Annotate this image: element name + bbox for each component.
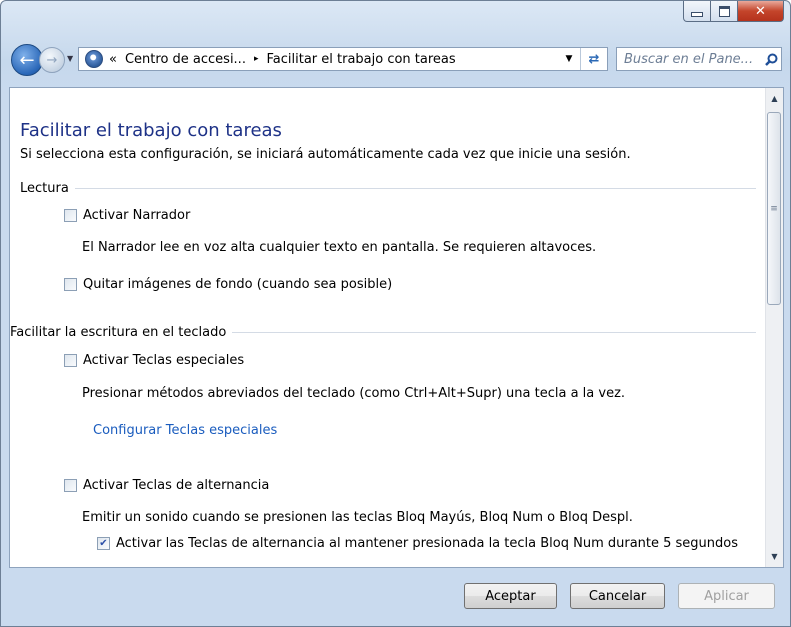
navigation-bar: ← → ▼ « Centro de accesi... ▸ Facilitar … — [1, 44, 790, 76]
scroll-up-icon: ▲ — [771, 94, 778, 103]
checkbox-label[interactable]: Quitar imágenes de fondo (cuando sea pos… — [83, 277, 392, 292]
forward-arrow-icon: → — [46, 52, 58, 68]
address-overflow[interactable]: « — [109, 52, 117, 67]
minimize-icon — [691, 11, 703, 17]
checkmark-icon: ✔ — [99, 537, 108, 549]
cancel-button[interactable]: Cancelar — [570, 583, 665, 609]
remove-background-checkbox[interactable]: Quitar imágenes de fondo (cuando sea pos… — [64, 277, 392, 292]
search-icon[interactable] — [761, 53, 781, 66]
checkbox-box[interactable] — [64, 278, 77, 291]
page-subtitle: Si selecciona esta configuración, se ini… — [20, 147, 631, 162]
section-heading-reading: Lectura — [20, 181, 756, 196]
address-dropdown-icon[interactable]: ▼ — [558, 54, 580, 64]
scroll-down-button[interactable]: ▼ — [766, 548, 783, 565]
grip-icon: ≡ — [770, 203, 778, 214]
toggle-keys-description: Emitir un sonido cuando se presionen las… — [82, 510, 633, 525]
ok-button[interactable]: Aceptar — [464, 583, 557, 609]
scrollbar-thumb[interactable]: ≡ — [767, 112, 781, 305]
back-arrow-icon: ← — [19, 49, 35, 71]
checkbox-label[interactable]: Activar Teclas especiales — [83, 353, 244, 368]
scroll-up-button[interactable]: ▲ — [766, 90, 783, 107]
sticky-keys-checkbox[interactable]: Activar Teclas especiales — [64, 353, 244, 368]
section-heading-label: Facilitar la escritura en el teclado — [10, 325, 227, 340]
refresh-button[interactable]: ⇄ — [580, 48, 607, 70]
forward-button[interactable]: → — [39, 47, 65, 73]
search-input[interactable]: Buscar en el Pane... — [624, 52, 761, 67]
narrator-checkbox[interactable]: Activar Narrador — [64, 208, 190, 223]
minimize-button[interactable] — [683, 1, 711, 22]
close-button[interactable]: ✕ — [738, 1, 784, 22]
checkbox-label[interactable]: Activar las Teclas de alternancia al man… — [116, 536, 738, 551]
scroll-down-icon: ▼ — [771, 552, 778, 561]
divider — [232, 332, 756, 333]
search-box[interactable]: Buscar en el Pane... — [616, 47, 782, 71]
control-panel-icon — [85, 50, 103, 68]
close-icon: ✕ — [755, 3, 766, 19]
checkbox-box[interactable] — [64, 209, 77, 222]
refresh-icon: ⇄ — [588, 51, 600, 67]
breadcrumb-ease-of-access-center[interactable]: Centro de accesi... — [125, 52, 246, 67]
divider — [74, 188, 756, 189]
section-heading-label: Lectura — [20, 181, 69, 196]
configure-sticky-keys-link[interactable]: Configurar Teclas especiales — [93, 423, 277, 438]
checkbox-box[interactable] — [64, 479, 77, 492]
page-title: Facilitar el trabajo con tareas — [20, 120, 282, 141]
breadcrumb-current-page[interactable]: Facilitar el trabajo con tareas — [266, 52, 455, 67]
caption-buttons: ✕ — [683, 1, 784, 22]
apply-button[interactable]: Aplicar — [678, 583, 775, 609]
settings-area: Facilitar el trabajo con tareas Si selec… — [10, 88, 766, 567]
vertical-scrollbar[interactable]: ▲ ≡ ▼ — [765, 88, 783, 567]
section-heading-keyboard: Facilitar la escritura en el teclado — [10, 325, 756, 340]
toggle-keys-checkbox[interactable]: Activar Teclas de alternancia — [64, 478, 269, 493]
control-panel-window: ✕ ← → ▼ « Centro de accesi... ▸ Facilita… — [0, 0, 791, 627]
checkbox-label[interactable]: Activar Narrador — [83, 208, 190, 223]
sticky-keys-description: Presionar métodos abreviados del teclado… — [82, 386, 626, 401]
breadcrumb-separator-icon[interactable]: ▸ — [254, 54, 259, 64]
toggle-keys-numlock-checkbox[interactable]: ✔ Activar las Teclas de alternancia al m… — [97, 536, 738, 551]
maximize-button[interactable] — [711, 1, 738, 22]
checkbox-box[interactable] — [64, 354, 77, 367]
content-pane: Facilitar el trabajo con tareas Si selec… — [9, 87, 784, 568]
checkbox-label[interactable]: Activar Teclas de alternancia — [83, 478, 269, 493]
narrator-description: El Narrador lee en voz alta cualquier te… — [82, 240, 597, 255]
recent-pages-dropdown[interactable]: ▼ — [67, 54, 73, 63]
checkbox-box-checked[interactable]: ✔ — [97, 537, 110, 550]
maximize-icon — [718, 5, 730, 17]
address-bar[interactable]: « Centro de accesi... ▸ Facilitar el tra… — [78, 47, 608, 71]
